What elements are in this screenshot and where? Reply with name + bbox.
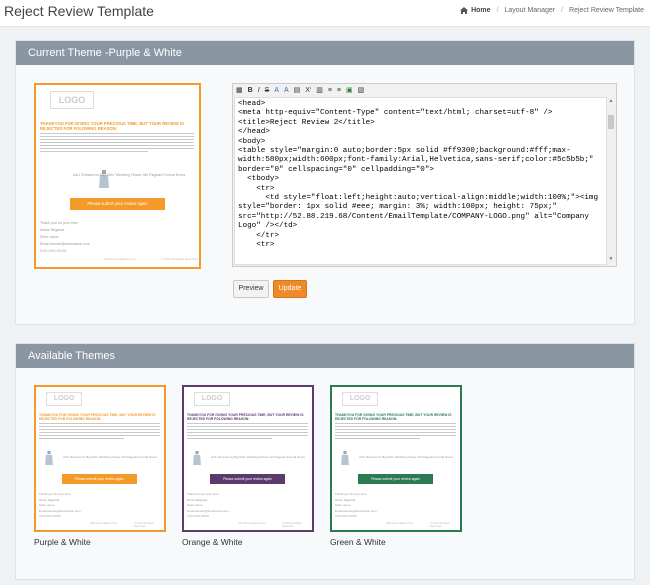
theme-card-orange-white[interactable]: LOGO THANKYOU FOR GIVING YOUR PRECIOUS T…	[182, 385, 314, 532]
email-signature: Thank you for your time Name Regards, Stor…	[187, 492, 229, 520]
theme-card-green-white[interactable]: LOGO THANKYOU FOR GIVING YOUR PRECIOUS T…	[330, 385, 462, 532]
email-product: A4Li Dresses for Big Girls' Wedding Flow…	[211, 455, 305, 459]
email-body-lines	[39, 423, 160, 441]
email-footer-right: © 2016 All Rights Reserved	[282, 522, 302, 528]
email-footer-left: Add Store address here	[238, 522, 266, 525]
sig-line: Thank you for your time	[40, 221, 78, 225]
email-product: A4Li Dresses for Big Girls' Wedding Flow…	[359, 455, 453, 459]
sig-line: XXX-XXX-XXXX	[187, 514, 210, 518]
superscript-icon[interactable]: Xⁱ	[305, 86, 311, 94]
email-cta-button: Please submit your review again	[358, 474, 433, 484]
preview-button[interactable]: Preview	[233, 280, 269, 298]
sig-line: XXX-XXX-XXXX	[40, 249, 67, 253]
breadcrumb-layout-manager[interactable]: Layout Manager	[504, 7, 555, 14]
align-right-icon[interactable]: ≡	[337, 87, 341, 94]
product-image-icon	[45, 451, 53, 465]
current-theme-preview: LOGO THANKYOU FOR GIVING YOUR PRECIOUS T…	[34, 83, 201, 269]
html-editor[interactable]: ▦ B I S A A ▤ Xⁱ ▥ ≡ ≡ ▣ ▧ <head> <meta …	[232, 83, 617, 267]
align-left-icon[interactable]: ≡	[328, 87, 332, 94]
bold-button[interactable]: B	[248, 87, 253, 94]
scroll-down-icon[interactable]: ▼	[608, 256, 614, 262]
email-footer-left: Add Store address here	[386, 522, 414, 525]
page-title: Reject Review Template	[4, 3, 154, 19]
top-bar: Reject Review Template Home / Layout Man…	[0, 0, 650, 27]
update-button[interactable]: Update	[273, 280, 307, 298]
email-headline: THANKYOU FOR GIVING YOUR PRECIOUS TIME, …	[39, 413, 156, 421]
source-icon[interactable]: ▦	[236, 86, 243, 94]
image-icon[interactable]: ▣	[346, 86, 353, 94]
bg-color-icon[interactable]: A	[284, 87, 289, 94]
breadcrumb-separator: /	[496, 7, 499, 14]
theme-label[interactable]: Orange & White	[182, 537, 242, 547]
email-product: A4Li Dresses for Big Girls' Wedding Flow…	[63, 455, 157, 459]
email-footer-right: © 2016 All Rights Reserved	[134, 522, 154, 528]
product-image-icon	[193, 451, 201, 465]
email-body-lines	[335, 423, 456, 441]
italic-button[interactable]: I	[258, 87, 260, 94]
list-icon[interactable]: ▤	[294, 86, 301, 94]
email-body-lines	[40, 133, 194, 154]
sig-line: Name Regards,	[40, 228, 66, 232]
sig-line: Store name	[40, 235, 59, 239]
breadcrumb-separator: /	[561, 7, 564, 14]
breadcrumb: Home / Layout Manager / Reject Review Te…	[460, 7, 644, 14]
table-icon[interactable]: ▥	[316, 86, 323, 94]
current-theme-title: Current Theme -Purple & White	[16, 41, 634, 65]
home-icon	[460, 7, 469, 14]
theme-card-purple-white[interactable]: LOGO THANKYOU FOR GIVING YOUR PRECIOUS T…	[34, 385, 166, 532]
email-signature: Thank you for your time Name Regards, Stor…	[335, 492, 377, 520]
product-image-icon	[341, 451, 349, 465]
scroll-up-icon[interactable]: ▲	[608, 98, 614, 104]
strike-button[interactable]: S	[265, 87, 270, 94]
email-footer-left: Add Store address here	[90, 522, 118, 525]
email-headline: THANKYOU FOR GIVING YOUR PRECIOUS TIME, …	[40, 121, 184, 131]
email-product: A4Li Dresses for Big Girls' Wedding Flow…	[72, 173, 186, 177]
email-signature: Thank you for your time Name Regards, Stor…	[39, 492, 81, 520]
breadcrumb-current: Reject Review Template	[569, 7, 644, 14]
available-themes-title: Available Themes	[16, 344, 634, 368]
breadcrumb-home[interactable]: Home	[460, 7, 491, 14]
email-footer-right: © 2016 All Rights Reserved	[161, 257, 198, 261]
email-headline: THANKYOU FOR GIVING YOUR PRECIOUS TIME, …	[187, 413, 304, 421]
email-signature: Thank you for your time Name Regards, St…	[40, 220, 90, 255]
email-footer-right: © 2016 All Rights Reserved	[430, 522, 450, 528]
email-logo: LOGO	[50, 91, 94, 109]
theme-label[interactable]: Purple & White	[34, 537, 91, 547]
email-footer-left: Add Store address here	[104, 257, 136, 261]
email-logo: LOGO	[46, 392, 82, 406]
editor-toolbar: ▦ B I S A A ▤ Xⁱ ▥ ≡ ≡ ▣ ▧	[233, 84, 616, 96]
sig-line: XXX-XXX-XXXX	[39, 514, 62, 518]
scroll-thumb[interactable]	[608, 115, 614, 129]
editor-scrollbar[interactable]: ▲ ▼	[606, 97, 615, 263]
email-cta-button: Please submit your review again	[62, 474, 137, 484]
email-headline: THANKYOU FOR GIVING YOUR PRECIOUS TIME, …	[335, 413, 452, 421]
email-body-lines	[187, 423, 308, 441]
email-logo: LOGO	[342, 392, 378, 406]
fullscreen-icon[interactable]: ▧	[358, 86, 365, 94]
theme-label[interactable]: Green & White	[330, 537, 386, 547]
sig-line: XXX-XXX-XXXX	[335, 514, 358, 518]
text-color-icon[interactable]: A	[274, 87, 279, 94]
email-cta-button: Please submit your review again	[70, 198, 165, 210]
code-textarea[interactable]: <head> <meta http-equiv="Content-Type" c…	[234, 97, 607, 265]
sig-line: Email:service@storename.com	[40, 242, 90, 246]
email-cta-button: Please submit your review again	[210, 474, 285, 484]
email-logo: LOGO	[194, 392, 230, 406]
breadcrumb-home-label: Home	[471, 7, 491, 14]
code-content[interactable]: <head> <meta http-equiv="Content-Type" c…	[235, 98, 606, 253]
